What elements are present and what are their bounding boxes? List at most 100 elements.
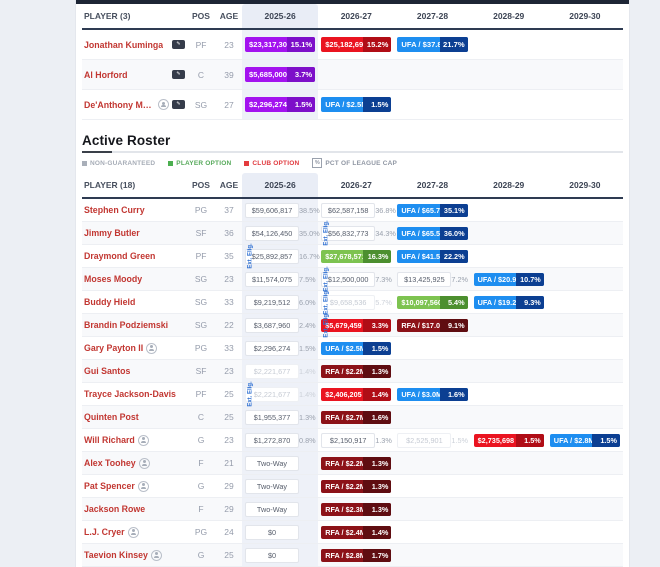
contract-value-box: $0 bbox=[245, 525, 315, 540]
player-link[interactable]: Jonathan Kuminga bbox=[84, 40, 163, 50]
player-cell: Al Horford bbox=[82, 60, 186, 89]
contract-pill-purple: $23,317,30815.1% bbox=[245, 37, 315, 52]
pill-pct: 22.2% bbox=[440, 250, 468, 263]
value-text: $12,500,000 bbox=[321, 272, 375, 287]
pill-value: RFA / $2.4M bbox=[321, 526, 363, 539]
legend-item-non-guaranteed: NON-GUARANTEED bbox=[82, 160, 155, 167]
section-title: Active Roster bbox=[82, 133, 623, 148]
column-header-year-2026-27[interactable]: 2026-27 bbox=[318, 4, 394, 28]
contract-cell-2028-29: UFA / $19.2M9.3% bbox=[471, 291, 547, 313]
contract-cell-2029-30 bbox=[547, 199, 623, 221]
contract-value-box: $9,219,5126.0% bbox=[245, 295, 315, 310]
contract-cell-2029-30 bbox=[547, 383, 623, 405]
age-cell: 25 bbox=[216, 406, 242, 428]
player-link[interactable]: De'Anthony Melton bbox=[84, 100, 155, 110]
contract-pill-maroon: RFA / $2.2M1.3% bbox=[321, 457, 391, 470]
contract-cell-2028-29 bbox=[471, 337, 547, 359]
contract-cell-2029-30 bbox=[547, 314, 623, 336]
player-link[interactable]: Moses Moody bbox=[84, 274, 142, 284]
table-row: L.J. CryerPG24$0RFA / $2.4M1.4% bbox=[82, 521, 623, 544]
player-link[interactable]: Taevion Kinsey bbox=[84, 550, 148, 560]
column-header-year-2029-30[interactable]: 2029-30 bbox=[547, 4, 623, 28]
contract-cell-2025-26: $23,317,30815.1% bbox=[242, 30, 318, 59]
player-link[interactable]: Buddy Hield bbox=[84, 297, 135, 307]
player-link[interactable]: Gary Payton II bbox=[84, 343, 143, 353]
contract-cell-2029-30 bbox=[547, 245, 623, 267]
contract-pill-blue: UFA / $3.0M1.6% bbox=[397, 388, 467, 401]
contract-cell-2028-29 bbox=[471, 245, 547, 267]
table-row: Al HorfordC39$5,685,0003.7% bbox=[82, 60, 623, 90]
contract-cell-2029-30 bbox=[547, 291, 623, 313]
pill-pct: 1.5% bbox=[592, 434, 620, 447]
contract-value-box: $2,525,9011.5% bbox=[397, 433, 467, 448]
player-link[interactable]: L.J. Cryer bbox=[84, 527, 125, 537]
player-cell: Jimmy Butler bbox=[82, 222, 186, 244]
column-header-age[interactable]: AGE bbox=[216, 173, 242, 197]
player-link[interactable]: Alex Toohey bbox=[84, 458, 136, 468]
table-row: Moses MoodySG23$11,574,0757.5%Ext. Elig.… bbox=[82, 268, 623, 291]
player-link[interactable]: Stephen Curry bbox=[84, 205, 145, 215]
pill-value: UFA / $3.0M bbox=[397, 388, 439, 401]
column-header-year-2028-29[interactable]: 2028-29 bbox=[471, 173, 547, 197]
pos-cell: PF bbox=[186, 30, 216, 59]
player-link[interactable]: Quinten Post bbox=[84, 412, 139, 422]
player-link[interactable]: Brandin Podziemski bbox=[84, 320, 168, 330]
player-cell: Buddy Hield bbox=[82, 291, 186, 313]
column-header-year-2026-27[interactable]: 2026-27 bbox=[318, 173, 394, 197]
contract-cell-2028-29 bbox=[471, 30, 547, 59]
player-link[interactable]: Gui Santos bbox=[84, 366, 130, 376]
pill-value: RFA / $17.0M bbox=[397, 319, 439, 332]
pos-cell: C bbox=[186, 406, 216, 428]
contract-cell-2025-26: Two-Way bbox=[242, 498, 318, 520]
pill-value: $2,735,698 bbox=[474, 434, 516, 447]
player-cell: Taevion Kinsey bbox=[82, 544, 186, 566]
pos-cell: PG bbox=[186, 337, 216, 359]
contract-value-box: $25,892,85716.7% bbox=[245, 249, 315, 264]
column-header-year-2029-30[interactable]: 2029-30 bbox=[547, 173, 623, 197]
column-header-pos[interactable]: POS bbox=[186, 173, 216, 197]
age-cell: 33 bbox=[216, 291, 242, 313]
pill-pct: 9.1% bbox=[440, 319, 468, 332]
player-link[interactable]: Draymond Green bbox=[84, 251, 155, 261]
salary-cap-page: PLAYER (3)POSAGE2025-262026-272027-28202… bbox=[0, 0, 660, 567]
column-header-year-2025-26[interactable]: 2025-26 bbox=[242, 4, 318, 28]
player-link[interactable]: Will Richard bbox=[84, 435, 135, 445]
column-header-age[interactable]: AGE bbox=[216, 4, 242, 28]
column-header-year-2025-26[interactable]: 2025-26 bbox=[242, 173, 318, 197]
contract-note-icon bbox=[138, 481, 149, 492]
value-text: $0 bbox=[245, 525, 299, 540]
pill-pct: 1.5% bbox=[363, 97, 391, 112]
contract-cell-2025-26: $2,296,2741.5% bbox=[242, 337, 318, 359]
contract-cell-2025-26: Two-Way bbox=[242, 452, 318, 474]
value-text: $2,525,901 bbox=[397, 433, 451, 448]
pill-value: UFA / $20.9M bbox=[474, 273, 516, 286]
player-cell: Gary Payton II bbox=[82, 337, 186, 359]
contract-value-box: $12,500,0007.3% bbox=[321, 272, 391, 287]
player-link[interactable]: Trayce Jackson-Davis bbox=[84, 389, 176, 399]
player-cell: Alex Toohey bbox=[82, 452, 186, 474]
contract-pill-maroon: RFA / $2.8M1.7% bbox=[321, 549, 391, 562]
column-header-player[interactable]: PLAYER (18) bbox=[82, 173, 186, 197]
pill-pct: 3.3% bbox=[363, 319, 391, 332]
column-header-player[interactable]: PLAYER (3) bbox=[82, 4, 186, 28]
pos-cell: SF bbox=[186, 360, 216, 382]
contract-note-icon bbox=[128, 527, 139, 538]
column-header-year-2027-28[interactable]: 2027-28 bbox=[394, 173, 470, 197]
contract-cell-2027-28 bbox=[394, 475, 470, 497]
player-link[interactable]: Jackson Rowe bbox=[84, 504, 145, 514]
contract-pill-green: $27,678,57116.3% bbox=[321, 250, 391, 263]
player-link[interactable]: Jimmy Butler bbox=[84, 228, 140, 238]
player-cell: Trayce Jackson-Davis bbox=[82, 383, 186, 405]
column-header-year-2028-29[interactable]: 2028-29 bbox=[471, 4, 547, 28]
signed-badge-icon bbox=[172, 100, 185, 109]
pill-pct: 1.6% bbox=[440, 388, 468, 401]
player-link[interactable]: Pat Spencer bbox=[84, 481, 135, 491]
column-header-year-2027-28[interactable]: 2027-28 bbox=[394, 4, 470, 28]
contract-value-box: Two-Way bbox=[245, 502, 315, 517]
contract-value-box: Two-Way bbox=[245, 479, 315, 494]
value-text: Two-Way bbox=[245, 502, 299, 517]
player-link[interactable]: Al Horford bbox=[84, 70, 128, 80]
column-header-pos[interactable]: POS bbox=[186, 4, 216, 28]
age-cell: 37 bbox=[216, 199, 242, 221]
value-text: $2,221,677 bbox=[245, 364, 299, 379]
